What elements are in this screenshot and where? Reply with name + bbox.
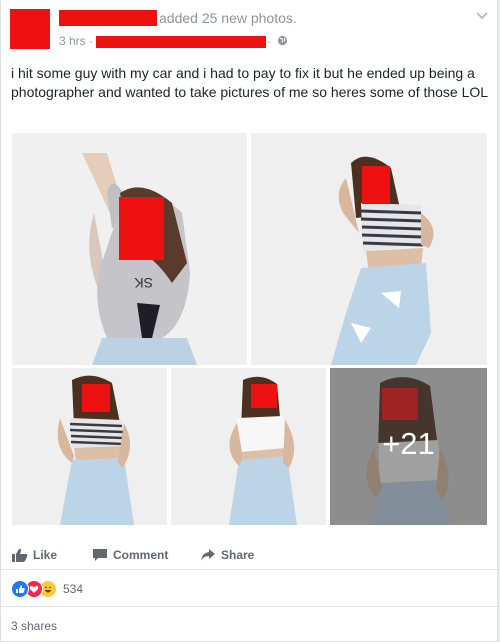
photo-4-image xyxy=(171,368,326,525)
post-photo-5-more[interactable]: +21 xyxy=(330,368,487,525)
chevron-down-icon[interactable] xyxy=(476,12,488,20)
face-redaction-3 xyxy=(82,384,110,412)
comment-button[interactable]: Comment xyxy=(92,545,168,565)
reaction-count[interactable]: 534 xyxy=(63,582,83,596)
feed-post: added 25 new photos. 3 hrs · · i hit som… xyxy=(0,0,499,642)
reactions-summary[interactable]: 534 xyxy=(11,580,83,598)
share-button[interactable]: Share xyxy=(200,545,254,565)
face-redaction-1 xyxy=(119,197,164,260)
shirt-print-text: SK xyxy=(134,275,153,291)
divider-bottom xyxy=(1,606,499,607)
meta-separator: · xyxy=(89,34,93,48)
post-photo-3[interactable] xyxy=(12,368,167,525)
comment-label: Comment xyxy=(113,548,169,562)
meta-separator-2: · xyxy=(267,34,271,48)
comment-icon xyxy=(93,549,107,561)
thumbs-up-icon xyxy=(12,548,28,562)
face-redaction-2 xyxy=(362,166,390,204)
globe-icon[interactable] xyxy=(277,35,288,46)
shares-count[interactable]: 3 shares xyxy=(11,619,57,633)
more-photos-count[interactable]: +21 xyxy=(330,426,487,462)
post-body-text: i hit some guy with my car and i had to … xyxy=(11,65,489,100)
location-redacted[interactable] xyxy=(96,36,266,48)
post-photo-1[interactable]: SK xyxy=(12,133,247,365)
post-photo-2[interactable] xyxy=(251,133,487,365)
post-action-text: added 25 new photos. xyxy=(159,10,297,26)
post-timestamp[interactable]: 3 hrs xyxy=(59,34,86,48)
avatar-redacted[interactable] xyxy=(10,9,50,49)
post-action-bar: Like Comment Share xyxy=(12,540,488,570)
post-photo-4[interactable] xyxy=(171,368,326,525)
author-name-redacted[interactable] xyxy=(59,10,157,26)
share-label: Share xyxy=(221,548,255,562)
face-redaction-4 xyxy=(251,384,277,408)
like-button[interactable]: Like xyxy=(12,545,57,565)
like-label: Like xyxy=(33,548,58,562)
like-reaction-icon xyxy=(11,580,29,598)
divider-top xyxy=(1,569,499,570)
share-arrow-icon xyxy=(201,549,215,561)
